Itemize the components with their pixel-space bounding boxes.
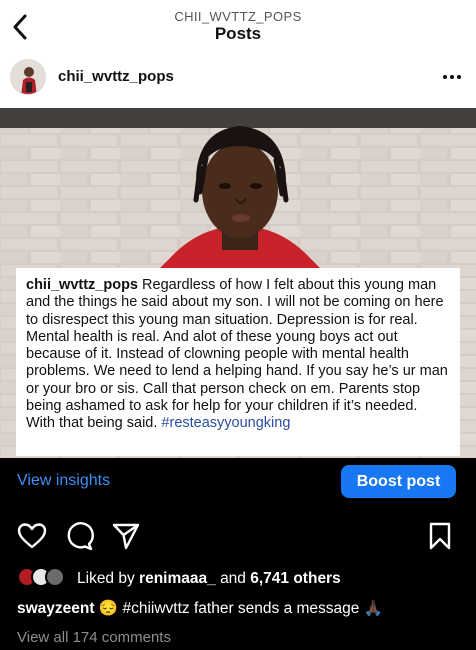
view-all-comments-link[interactable]: View all 174 comments	[17, 629, 171, 646]
more-options-icon[interactable]	[438, 67, 466, 87]
comment-icon[interactable]	[63, 520, 95, 552]
likes-user[interactable]: renimaaa_	[139, 570, 216, 587]
comment-user[interactable]: swayzeent	[17, 600, 95, 617]
page-title: Posts	[214, 24, 262, 43]
bookmark-icon[interactable]	[424, 520, 456, 552]
post-author[interactable]: chii_wvttz_pops	[58, 68, 174, 85]
avatar[interactable]	[10, 59, 46, 95]
share-icon[interactable]	[110, 520, 142, 552]
heart-icon[interactable]	[16, 520, 48, 552]
comment-emoji: 😔	[98, 600, 119, 617]
liker-avatar	[45, 567, 65, 587]
profile-username: CHII_WVTTZ_POPS	[174, 9, 302, 24]
likes-middle: and	[220, 570, 246, 587]
comment-emoji-end: 🙏🏿	[363, 600, 384, 617]
insights-bar: View insights Boost post	[0, 458, 476, 504]
caption-overlay-text: chii_wvttz_pops Regardless of how I felt…	[16, 268, 460, 456]
caption-username: chii_wvttz_pops	[26, 277, 138, 293]
likes-prefix: Liked by	[77, 570, 135, 587]
boost-post-button[interactable]: Boost post	[341, 465, 456, 498]
post-header: chii_wvttz_pops	[0, 55, 476, 108]
likes-count[interactable]: 6,741 others	[250, 570, 340, 587]
post-image[interactable]: chii_wvttz_pops Regardless of how I felt…	[0, 108, 476, 458]
likes-text: Liked by renimaaa_ and 6,741 others	[77, 570, 341, 588]
view-insights-link[interactable]: View insights	[17, 472, 110, 490]
post-actions	[0, 520, 476, 554]
top-bar: CHII_WVTTZ_POPS Posts	[0, 0, 476, 55]
comment-text: #chiiwvttz father sends a message	[122, 600, 360, 617]
likes-row[interactable]: Liked by renimaaa_ and 6,741 others	[17, 566, 467, 590]
caption-hashtag: #resteasyyoungking	[161, 415, 291, 432]
top-comment: swayzeent 😔 #chiiwvttz father sends a me…	[17, 599, 383, 618]
caption-body: Regardless of how I felt about this youn…	[26, 277, 448, 432]
